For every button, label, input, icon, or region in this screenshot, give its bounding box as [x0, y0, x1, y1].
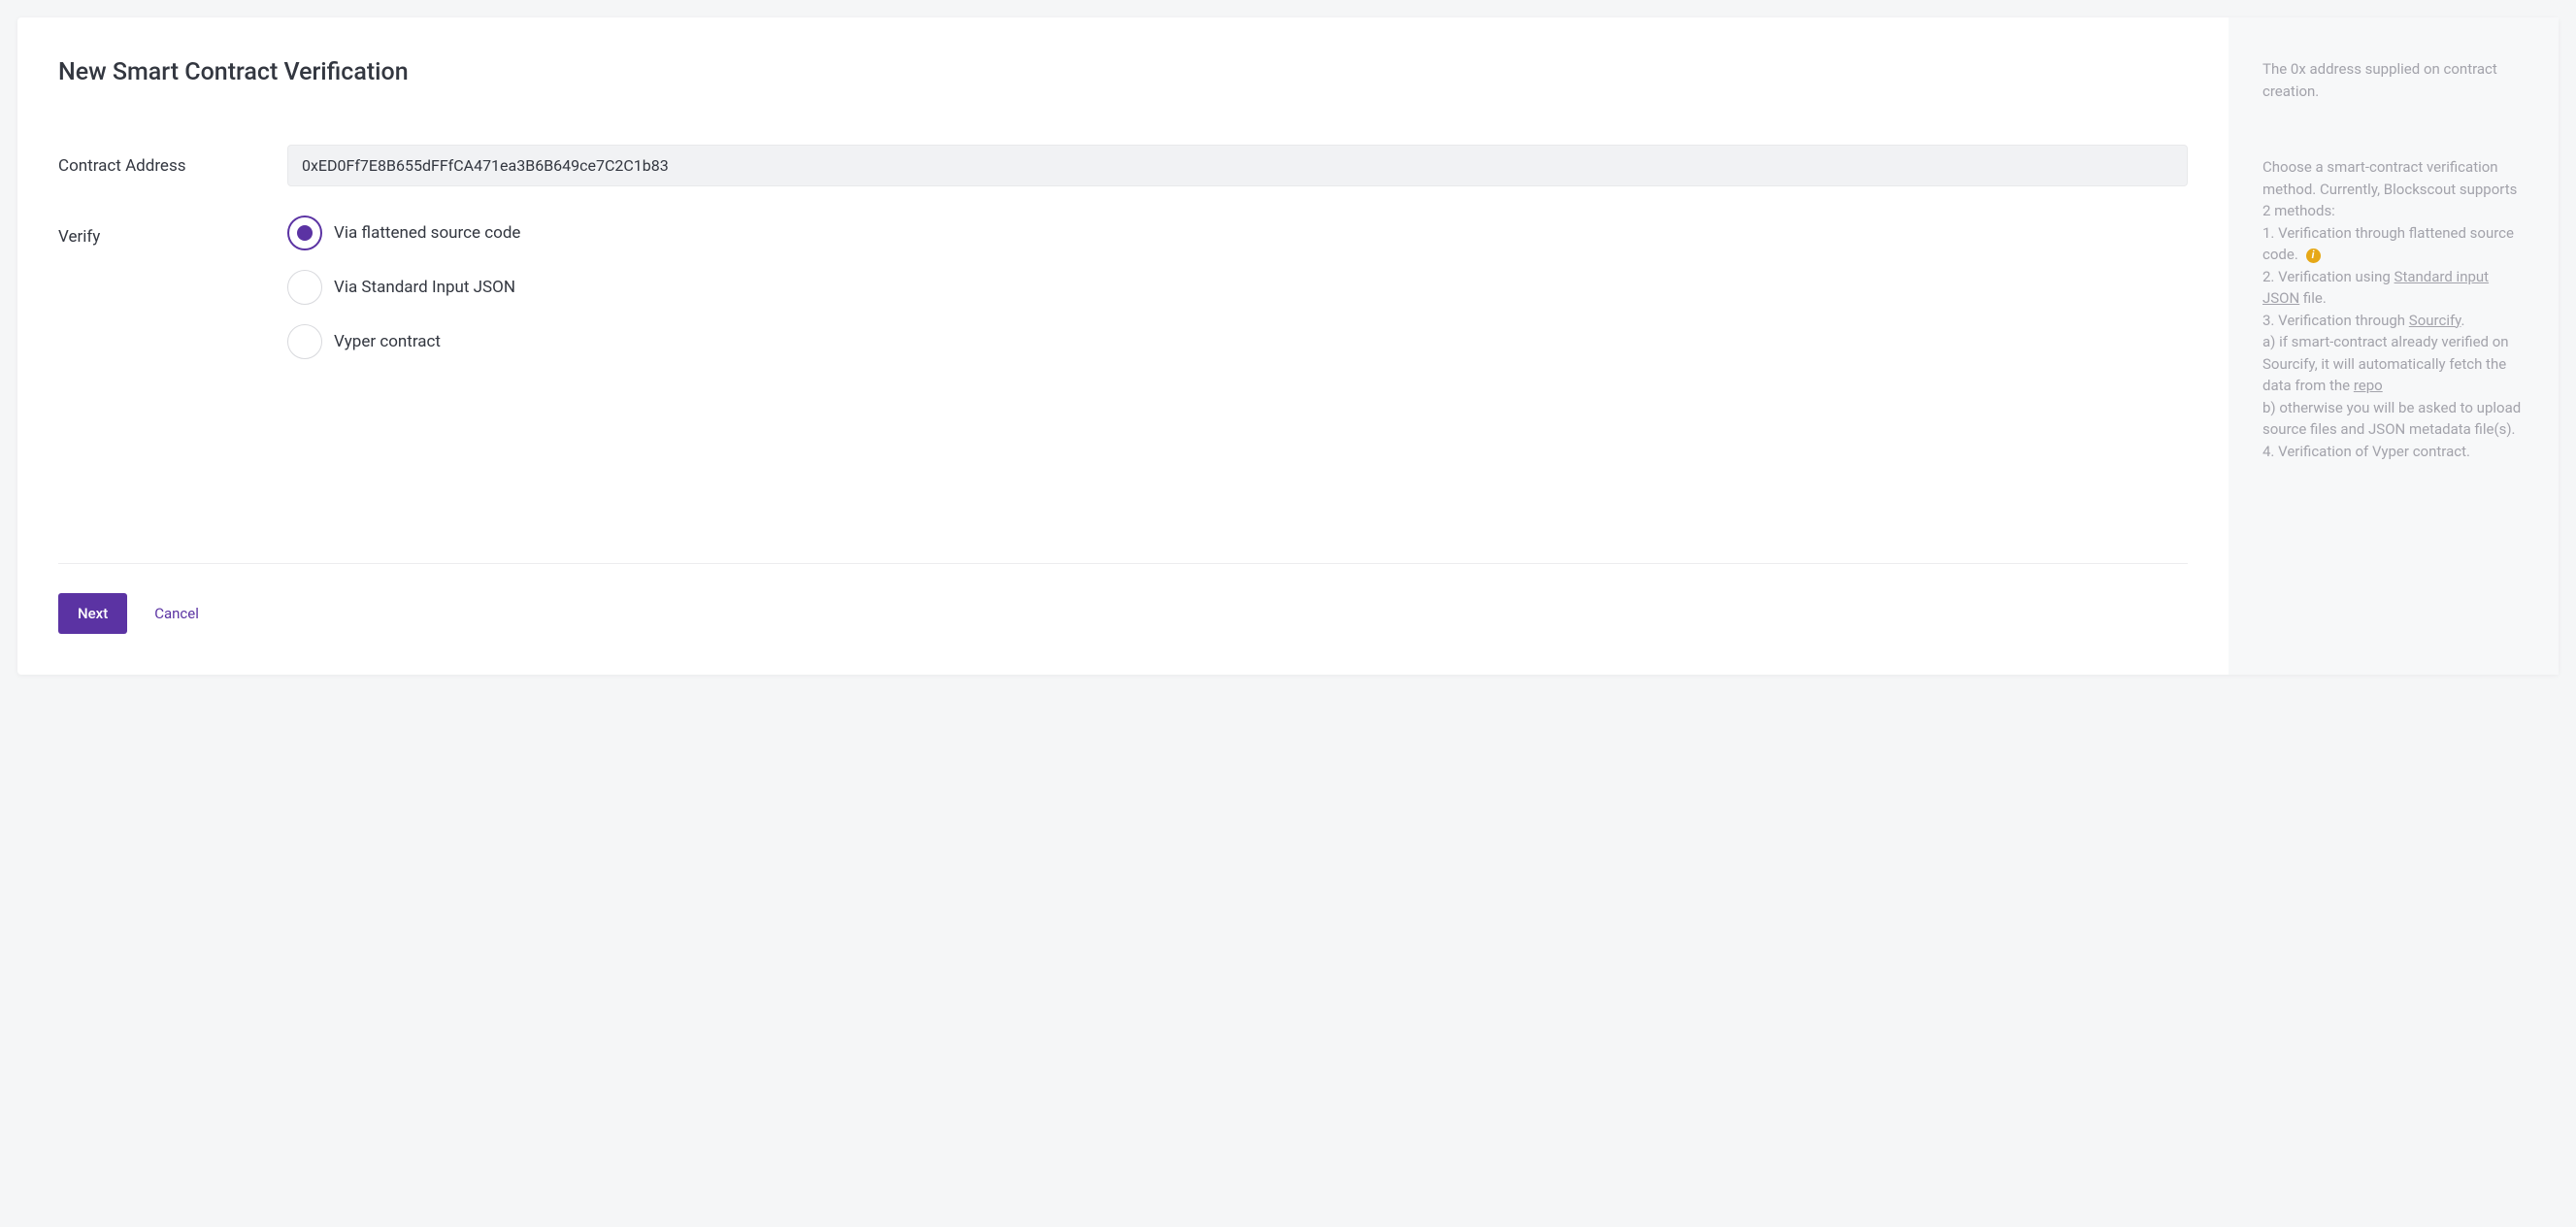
cancel-button[interactable]: Cancel: [154, 605, 199, 622]
divider: [58, 563, 2188, 564]
radio-standard-json[interactable]: Via Standard Input JSON: [287, 270, 2188, 305]
help-sidebar: The 0x address supplied on contract crea…: [2229, 17, 2559, 675]
page-title: New Smart Contract Verification: [58, 58, 2188, 86]
help-method-3b: b) otherwise you will be asked to upload…: [2262, 397, 2525, 441]
radio-vyper[interactable]: Vyper contract: [287, 324, 2188, 359]
verify-row: Verify Via flattened source code Via Sta…: [58, 216, 2188, 379]
radio-flattened[interactable]: Via flattened source code: [287, 216, 2188, 250]
sourcify-link[interactable]: Sourcify: [2409, 312, 2461, 329]
radio-icon: [287, 216, 322, 250]
help-method-4: 4. Verification of Vyper contract.: [2262, 441, 2525, 463]
radio-icon: [287, 324, 322, 359]
contract-address-row: Contract Address: [58, 145, 2188, 186]
info-icon[interactable]: [2306, 249, 2321, 263]
verify-label: Verify: [58, 216, 287, 379]
contract-address-help: The 0x address supplied on contract crea…: [2262, 58, 2525, 102]
help-method-2: 2. Verification using Standard input JSO…: [2262, 266, 2525, 310]
verify-help: Choose a smart-contract verification met…: [2262, 156, 2525, 462]
help-method-1: 1. Verification through flattened source…: [2262, 222, 2525, 266]
action-bar: Next Cancel: [58, 593, 2188, 634]
repo-link[interactable]: repo: [2354, 377, 2383, 394]
radio-label: Via Standard Input JSON: [334, 278, 515, 297]
help-intro: Choose a smart-contract verification met…: [2262, 156, 2525, 222]
radio-icon: [287, 270, 322, 305]
next-button[interactable]: Next: [58, 593, 127, 634]
help-method-3a: a) if smart-contract already verified on…: [2262, 331, 2525, 397]
contract-address-label: Contract Address: [58, 145, 287, 186]
radio-label: Vyper contract: [334, 332, 441, 351]
main-panel: New Smart Contract Verification Contract…: [17, 17, 2229, 675]
verification-card: New Smart Contract Verification Contract…: [17, 17, 2559, 675]
radio-label: Via flattened source code: [334, 223, 520, 243]
help-method-3: 3. Verification through Sourcify.: [2262, 310, 2525, 332]
contract-address-input[interactable]: [287, 145, 2188, 186]
verify-radio-group: Via flattened source code Via Standard I…: [287, 216, 2188, 359]
